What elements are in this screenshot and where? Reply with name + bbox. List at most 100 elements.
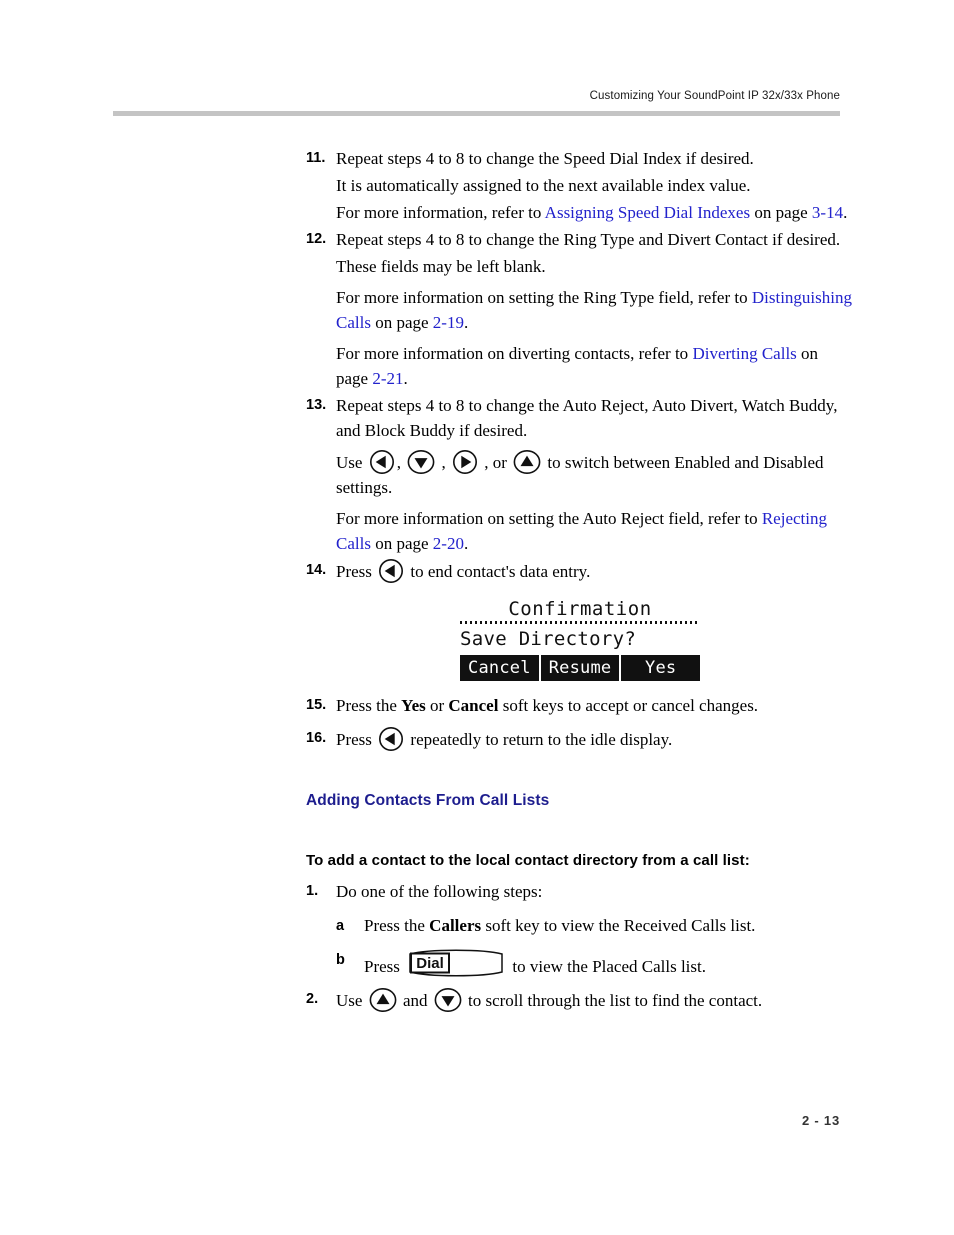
step-11-xref: For more information, refer to Assigning… [336,200,854,225]
step-16-lead: Press [336,730,377,749]
xref-lead: For more information, refer to [336,203,545,222]
xref-lead: For more information on setting the Ring… [336,288,752,307]
substep-a-lead: Press the [364,916,430,935]
arrow-up-key-icon[interactable] [369,987,397,1013]
step-number: 11. [306,150,326,166]
substep-letter: b [336,952,345,968]
xref-page-2-20[interactable]: 2-20 [433,534,464,553]
lcd-title: Confirmation [508,598,652,620]
lcd-softkey-bar: Cancel Resume Yes [460,655,700,681]
step-number: 2. [306,991,319,1007]
arrow-right-key-icon[interactable] [452,449,478,475]
step-16-tail: repeatedly to return to the idle display… [406,730,673,749]
svg-text:Dial: Dial [416,955,444,972]
section-step-2-mid: and [398,991,432,1010]
substep-b: b Press Dial to view the Placed Calls li… [336,946,854,981]
step-text: Press to end contact's data entry. [336,558,854,584]
step-12: 12. Repeat steps 4 to 8 to change the Ri… [306,227,854,252]
step-15-tail: soft keys to accept or cancel changes. [498,696,759,715]
step-number: 15. [306,697,327,713]
step-14: 14. Press to end contact's data entry. [306,558,854,584]
page-number: 2 - 13 [801,1113,840,1128]
xref-mid: on page [370,534,433,553]
step-text: Press the Yes or Cancel soft keys to acc… [336,693,854,718]
step-15-bold-yes: Yes [401,696,426,715]
use-sep-2: , [437,453,450,472]
step-12-xref-1: For more information on setting the Ring… [336,285,854,335]
step-number: 12. [306,231,327,247]
section-step-2: 2. Use and to scroll through the list to… [306,987,854,1013]
arrow-up-key-icon[interactable] [513,449,541,475]
step-number: 14. [306,562,327,578]
substep-a: a Press the Callers soft key to view the… [336,912,854,940]
step-14-lead: Press [336,562,377,581]
step-text: Do one of the following steps: [336,882,543,901]
lcd-screen: Confirmation Save Directory? Cancel Resu… [460,598,700,681]
step-15: 15. Press the Yes or Cancel soft keys to… [306,693,854,718]
step-11: 11. Repeat steps 4 to 8 to change the Sp… [306,146,854,171]
xref-tail: . [463,534,469,553]
xref-mid: on page [370,313,433,332]
step-15-mid: or [425,696,449,715]
softkey-yes[interactable]: Yes [619,655,700,681]
step-text: Use and to scroll through the list to fi… [336,987,854,1013]
xref-link-assigning-speed-dial-indexes[interactable]: Assigning Speed Dial Indexes [545,203,750,222]
page-header: Customizing Your SoundPoint IP 32x/33x P… [113,88,840,116]
dial-hard-key-icon[interactable]: Dial [407,946,505,980]
substep-b-lead: Press [364,957,405,976]
section-step-1: 1. Do one of the following steps: [306,879,854,904]
header-rule [113,111,840,116]
step-12-note: These fields may be left blank. [336,257,546,276]
xref-lead: For more information on setting the Auto… [336,509,762,528]
substep-text: Press Dial to view the Placed Calls list… [364,946,854,981]
step-text: Repeat steps 4 to 8 to change the Ring T… [336,230,841,249]
arrow-down-key-icon[interactable] [407,449,435,475]
section-step-2-tail: to scroll through the list to find the c… [463,991,763,1010]
step-16: 16. Press repeatedly to return to the id… [306,726,854,752]
xref-tail: . [463,313,469,332]
step-14-tail: to end contact's data entry. [406,562,591,581]
substep-b-tail: to view the Placed Calls list. [508,957,706,976]
step-text: Press repeatedly to return to the idle d… [336,726,854,752]
section-step-2-lead: Use [336,991,367,1010]
softkey-cancel[interactable]: Cancel [460,655,539,681]
step-13: 13. Repeat steps 4 to 8 to change the Au… [306,393,854,443]
xref-tail: . [843,203,848,222]
use-sep-3: , or [479,453,512,472]
document-body: 11. Repeat steps 4 to 8 to change the Sp… [306,146,854,1015]
xref-link-diverting-calls[interactable]: Diverting Calls [692,344,796,363]
xref-page-2-21[interactable]: 2-21 [372,369,403,388]
arrow-left-key-icon[interactable] [369,449,395,475]
arrow-down-key-icon[interactable] [434,987,462,1013]
arrow-left-key-icon[interactable] [378,726,404,752]
step-15-lead: Press the [336,696,402,715]
substep-text: Press the Callers soft key to view the R… [364,912,854,940]
substep-a-bold-callers: Callers [429,916,482,935]
section-heading: Adding Contacts From Call Lists [306,792,550,809]
lcd-prompt: Save Directory? [460,628,637,650]
running-head: Customizing Your SoundPoint IP 32x/33x P… [589,90,840,102]
step-text: Repeat steps 4 to 8 to change the Auto R… [336,396,838,440]
step-12-xref-2: For more information on diverting contac… [336,341,854,391]
use-sep-1: , [396,453,406,472]
step-13-use-line: Use , , , or to switch between Enabled a… [336,449,854,500]
phone-lcd-figure: Confirmation Save Directory? Cancel Resu… [306,598,854,681]
substep-letter: a [336,918,345,934]
section-sub-heading: To add a contact to the local contact di… [306,852,750,869]
step-15-bold-cancel: Cancel [448,696,499,715]
substep-a-tail: soft key to view the Received Calls list… [481,916,756,935]
step-number: 13. [306,397,327,413]
arrow-left-key-icon[interactable] [378,558,404,584]
xref-page-3-14[interactable]: 3-14 [812,203,843,222]
step-text: Repeat steps 4 to 8 to change the Speed … [336,149,754,168]
step-13-xref: For more information on setting the Auto… [336,506,854,556]
xref-mid: on page [750,203,812,222]
step-11-note: It is automatically assigned to the next… [336,176,751,195]
use-lead: Use [336,453,367,472]
xref-page-2-19[interactable]: 2-19 [433,313,464,332]
step-number: 16. [306,730,327,746]
xref-tail: . [403,369,408,388]
xref-lead: For more information on diverting contac… [336,344,693,363]
softkey-resume[interactable]: Resume [538,655,620,681]
step-number: 1. [306,883,319,899]
